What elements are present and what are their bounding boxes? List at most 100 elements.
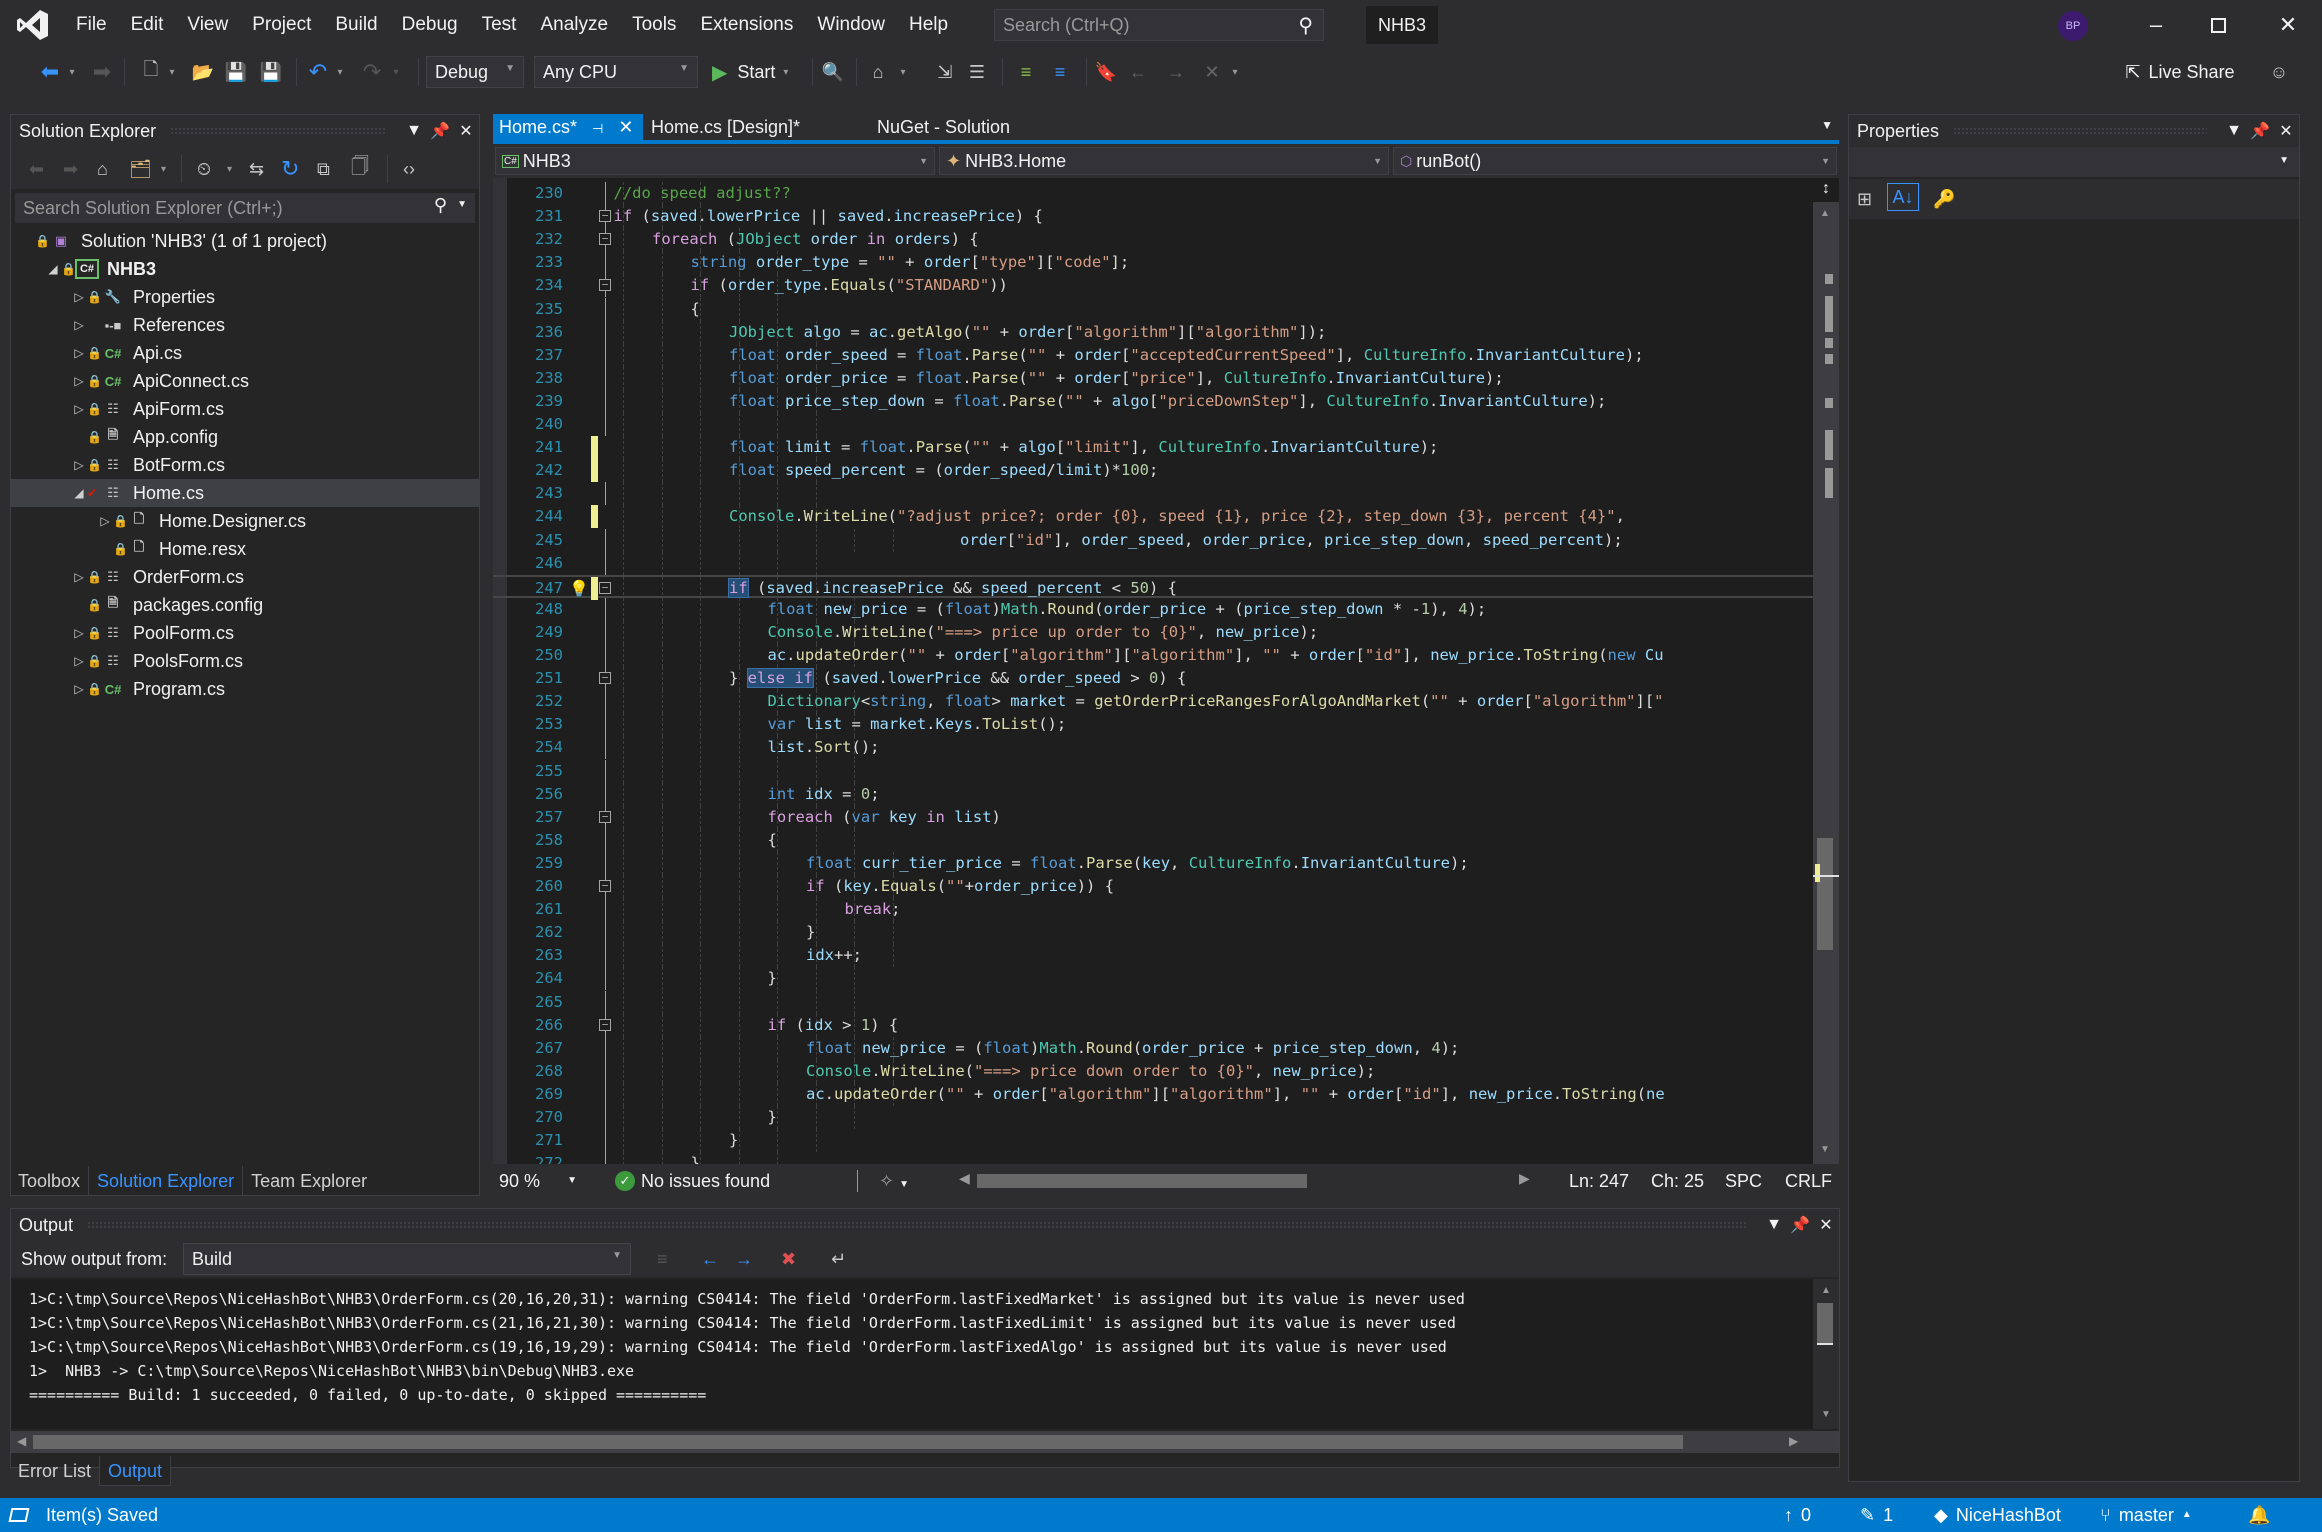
code-editor[interactable]: 230//do speed adjust?? 231− if (saved.lowe… — [493, 178, 1813, 1164]
new-project-dropdown[interactable]: ▾ — [166, 58, 178, 86]
zoom-level-dropdown[interactable]: 90 % ▼ — [495, 1168, 583, 1194]
menu-window[interactable]: Window — [805, 0, 897, 50]
collapsed-arrow-icon[interactable]: ▷ — [71, 570, 87, 584]
code-line[interactable]: 248 float new_price = (float)Math.Round(o… — [493, 597, 1813, 621]
code-line[interactable]: 257 − foreach (var key in list) — [493, 805, 1813, 829]
code-line[interactable]: 253 var list = market.Keys.ToList(); — [493, 713, 1813, 737]
collapsed-arrow-icon[interactable]: ▷ — [97, 514, 113, 528]
output-horizontal-scrollbar[interactable]: ◀ ▶ — [11, 1431, 1839, 1453]
code-line[interactable]: 239 float price_step_down = float.Parse("… — [493, 389, 1813, 413]
clear-bookmarks-button[interactable]: ✕ — [1202, 58, 1222, 86]
close-panel-button[interactable]: ✕ — [2273, 121, 2299, 141]
tab-home-cs[interactable]: Home.cs* ⊣ ✕ — [493, 114, 643, 140]
code-line[interactable]: 240 — [493, 413, 1813, 436]
tree-item[interactable]: ▷ 🔒 ☷ PoolsForm.cs — [11, 647, 479, 675]
code-line[interactable]: 265 — [493, 990, 1813, 1014]
pending-changes-button[interactable]: ✎ 1 — [1860, 1498, 1893, 1532]
undo-dropdown[interactable]: ▾ — [334, 58, 346, 86]
whitespace-indicator[interactable]: SPC — [1725, 1166, 1762, 1196]
line-ending-indicator[interactable]: CRLF — [1785, 1166, 1832, 1196]
menu-tools[interactable]: Tools — [620, 0, 688, 50]
tab-team-explorer[interactable]: Team Explorer — [243, 1166, 375, 1196]
close-panel-button[interactable]: ✕ — [1813, 1215, 1839, 1235]
sync-with-document-icon[interactable]: ⇆ — [249, 155, 264, 183]
tree-item[interactable]: 🔒 🗋 Home.resx — [11, 535, 479, 563]
code-line[interactable]: 233 string order_type = "" + order["type"… — [493, 251, 1813, 275]
maximize-button[interactable] — [2188, 0, 2248, 50]
close-tab-icon[interactable]: ✕ — [618, 117, 633, 137]
tree-item[interactable]: ▷ 🔒 🗋 Home.Designer.cs — [11, 507, 479, 535]
collapse-region-icon[interactable]: − — [599, 279, 611, 292]
tree-item[interactable]: ▷ 🔒 ☷ ApiForm.cs — [11, 395, 479, 423]
collapse-region-icon[interactable]: − — [599, 1018, 611, 1031]
menu-edit[interactable]: Edit — [119, 0, 176, 50]
navigate-back-button[interactable]: ⬅ — [38, 58, 62, 86]
forward-icon[interactable]: ➡ — [63, 155, 78, 183]
pin-icon[interactable]: 📌 — [1787, 1215, 1813, 1235]
code-line[interactable]: 237 float order_speed = float.Parse("" + … — [493, 343, 1813, 367]
switch-views-dropdown[interactable]: ▾ — [161, 155, 166, 183]
comment-lines-button[interactable]: ≡ — [1016, 58, 1036, 86]
scroll-up-arrow[interactable]: ▲ — [1820, 208, 1830, 219]
code-line[interactable]: 238 float order_price = float.Parse("" + … — [493, 366, 1813, 390]
code-line[interactable]: 246 — [493, 551, 1813, 575]
code-line[interactable]: 234 − if (order_type.Equals("STANDARD")) — [493, 274, 1813, 298]
tree-item[interactable]: ▷ 🔒 C# Api.cs — [11, 339, 479, 367]
next-bookmark-button[interactable]: → — [1166, 58, 1186, 86]
drag-grip[interactable] — [87, 1221, 1747, 1229]
pin-icon[interactable]: 📌 — [2247, 121, 2273, 141]
open-file-button[interactable]: 📂 — [190, 58, 216, 86]
previous-bookmark-button[interactable]: ← — [1128, 58, 1148, 86]
menu-test[interactable]: Test — [470, 0, 529, 50]
redo-button[interactable]: ↷ — [360, 58, 384, 86]
refresh-icon[interactable]: ↻ — [281, 155, 299, 183]
pin-tab-icon[interactable]: ⊣ — [592, 121, 603, 136]
code-line[interactable]: 264} — [493, 967, 1813, 991]
menu-project[interactable]: Project — [240, 0, 323, 50]
tree-item[interactable]: 🔒 ▣ Solution 'NHB3' (1 of 1 project) — [11, 227, 479, 255]
back-icon[interactable]: ⬅ — [29, 155, 44, 183]
menu-file[interactable]: File — [64, 0, 119, 50]
column-indicator[interactable]: Ch: 25 — [1651, 1166, 1704, 1196]
home-icon[interactable]: ⌂ — [97, 155, 108, 183]
member-dropdown[interactable]: ⬡ runBot() ▼ — [1393, 147, 1837, 175]
search-options-dropdown[interactable]: ▼ — [457, 199, 467, 210]
output-text[interactable]: 1>C:\tmp\Source\Repos\NiceHashBot\NHB3\O… — [11, 1279, 1813, 1429]
tree-item[interactable]: ▷ 🔒 ☷ PoolForm.cs — [11, 619, 479, 647]
collapse-region-icon[interactable]: − — [599, 672, 611, 685]
scroll-right-arrow[interactable]: ▶ — [1519, 1170, 1530, 1187]
tree-item[interactable]: 🔒 🗎 App.config — [11, 423, 479, 451]
branch-button[interactable]: ⑂ master ▲ — [2100, 1498, 2192, 1532]
code-line[interactable]: 235 { — [493, 297, 1813, 321]
code-line[interactable]: 236 JObject algo = ac.getAlgo("" + order[… — [493, 320, 1813, 344]
menu-debug[interactable]: Debug — [390, 0, 470, 50]
lightbulb-icon[interactable]: 💡 — [569, 577, 589, 600]
code-line[interactable]: 232 − foreach (JObject order in orders) { — [493, 228, 1813, 252]
show-all-files-icon[interactable]: 🗍 — [351, 155, 369, 183]
redo-dropdown[interactable]: ▾ — [390, 58, 402, 86]
collapsed-arrow-icon[interactable]: ▷ — [71, 318, 87, 332]
window-position-dropdown[interactable]: ▼ — [2221, 122, 2247, 140]
go-to-line-icon[interactable]: ≡ — [657, 1245, 668, 1273]
code-line[interactable]: 262} — [493, 921, 1813, 945]
start-debugging-button[interactable]: ▶ Start ▾ — [712, 58, 802, 86]
alphabetical-sort-icon[interactable]: A↓ — [1887, 183, 1919, 211]
tree-item[interactable]: ▷ 🔒 C# Program.cs — [11, 675, 479, 703]
browser-link-button[interactable]: ⌂ — [864, 58, 892, 86]
code-line[interactable]: 241 float limit = float.Parse("" + algo["… — [493, 436, 1813, 460]
code-line[interactable]: 254 list.Sort(); — [493, 736, 1813, 760]
tree-item[interactable]: ◢ 🔒 C# NHB3 — [11, 255, 479, 283]
collapsed-arrow-icon[interactable]: ▷ — [71, 402, 87, 416]
code-line[interactable]: 250 ac.updateOrder("" + order["algorithm"… — [493, 644, 1813, 667]
undo-button[interactable]: ↶ — [306, 58, 330, 86]
categorized-icon[interactable]: ⊞ — [1857, 185, 1872, 213]
code-line[interactable]: 272} — [493, 1152, 1813, 1164]
menu-analyze[interactable]: Analyze — [528, 0, 620, 50]
code-line[interactable]: 271} — [493, 1129, 1813, 1153]
collapse-all-icon[interactable]: ⧉ — [317, 155, 330, 183]
property-pages-key-icon[interactable]: 🔑 — [1933, 185, 1955, 213]
code-line[interactable]: 267 float new_price = (float)Math.Round(o… — [493, 1036, 1813, 1060]
code-line[interactable]: 249 Console.WriteLine("===> price up orde… — [493, 620, 1813, 644]
code-line[interactable]: 245 order["id"], order_speed, order_price… — [493, 528, 1813, 552]
scroll-left-arrow[interactable]: ◀ — [17, 1434, 26, 1448]
